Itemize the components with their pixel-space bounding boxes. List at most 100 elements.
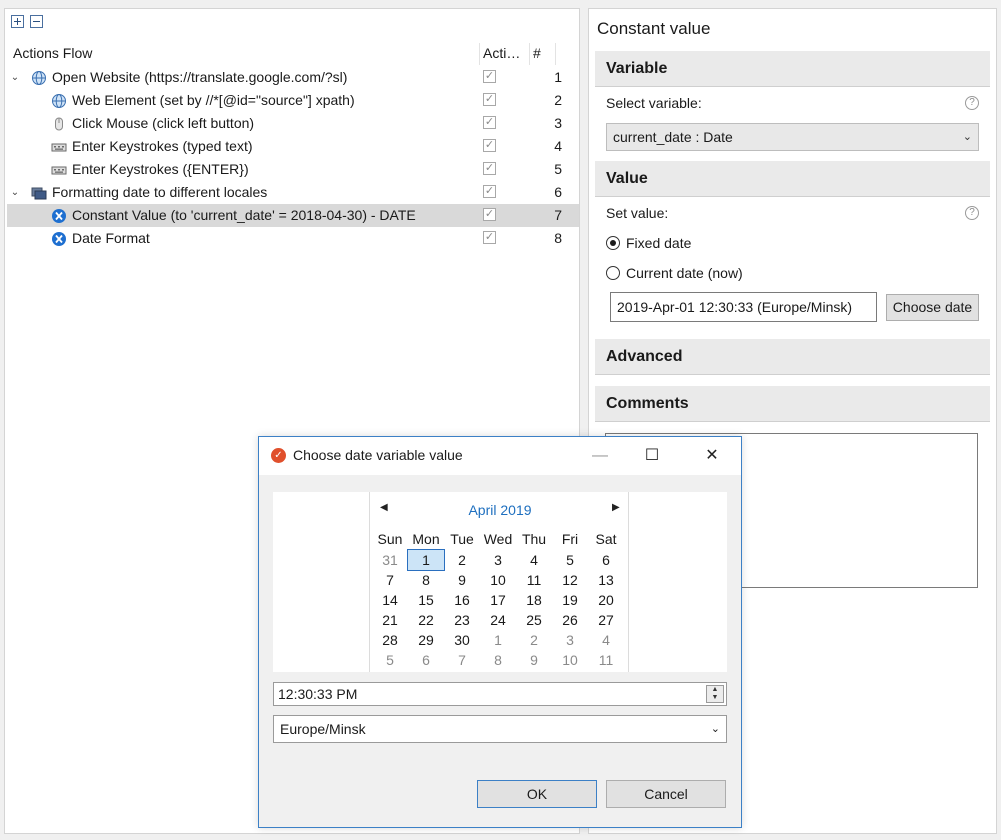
minimize-icon[interactable]: — bbox=[577, 437, 623, 475]
radio-button-selected[interactable] bbox=[606, 236, 620, 250]
calendar-day[interactable]: 18 bbox=[516, 590, 552, 610]
column-separator[interactable] bbox=[479, 43, 480, 65]
comments-section-header[interactable]: Comments bbox=[595, 386, 990, 422]
calendar-day[interactable]: 3 bbox=[480, 550, 516, 570]
time-value: 12:30:33 PM bbox=[278, 686, 358, 702]
calendar-day[interactable]: 6 bbox=[408, 650, 444, 670]
calendar-day[interactable]: 11 bbox=[588, 650, 624, 670]
calendar-day[interactable]: 4 bbox=[588, 630, 624, 650]
help-icon[interactable]: ? bbox=[965, 96, 979, 110]
value-section-header[interactable]: Value bbox=[595, 161, 990, 197]
calendar-day[interactable]: 17 bbox=[480, 590, 516, 610]
choose-date-button[interactable]: Choose date bbox=[886, 294, 979, 321]
tree-row-date-format[interactable]: Date Format ✓ 8 bbox=[7, 227, 579, 250]
calendar-day[interactable]: 10 bbox=[552, 650, 588, 670]
column-separator[interactable] bbox=[529, 43, 530, 65]
calendar-day[interactable]: 16 bbox=[444, 590, 480, 610]
calendar-day[interactable]: 29 bbox=[408, 630, 444, 650]
tree-row-formatting-date[interactable]: ⌄ Formatting date to different locales ✓… bbox=[7, 181, 579, 204]
calendar-day[interactable]: 6 bbox=[588, 550, 624, 570]
set-value-label: Set value: bbox=[606, 205, 669, 221]
variable-select[interactable]: current_date : Date ⌄ bbox=[606, 123, 979, 151]
calendar-day[interactable]: 3 bbox=[552, 630, 588, 650]
active-checkbox[interactable]: ✓ bbox=[483, 70, 496, 83]
calendar-day[interactable]: 15 bbox=[408, 590, 444, 610]
calendar-day[interactable]: 9 bbox=[444, 570, 480, 590]
tree-row-enter-keystrokes-enter[interactable]: Enter Keystrokes ({ENTER}) ✓ 5 bbox=[7, 158, 579, 181]
collapse-all-icon[interactable] bbox=[30, 15, 43, 28]
calendar-day[interactable]: 22 bbox=[408, 610, 444, 630]
calendar-day[interactable]: 2 bbox=[516, 630, 552, 650]
radio-button[interactable] bbox=[606, 266, 620, 280]
radio-current-date[interactable]: Current date (now) bbox=[606, 263, 743, 283]
column-separator[interactable] bbox=[555, 43, 556, 65]
app-logo-icon: ✓ bbox=[271, 448, 286, 463]
calendar-day[interactable]: 7 bbox=[372, 570, 408, 590]
calendar-day[interactable]: 4 bbox=[516, 550, 552, 570]
weekday-header: Sat bbox=[595, 531, 617, 547]
active-checkbox[interactable]: ✓ bbox=[483, 162, 496, 175]
calendar-day[interactable]: 30 bbox=[444, 630, 480, 650]
calendar-day[interactable]: 10 bbox=[480, 570, 516, 590]
calendar-day[interactable]: 14 bbox=[372, 590, 408, 610]
calendar-day[interactable]: 28 bbox=[372, 630, 408, 650]
column-header-actions-flow[interactable]: Actions Flow bbox=[13, 45, 92, 61]
calendar-day[interactable]: 11 bbox=[516, 570, 552, 590]
active-checkbox[interactable]: ✓ bbox=[483, 139, 496, 152]
calendar-day[interactable]: 9 bbox=[516, 650, 552, 670]
calendar-day[interactable]: 2 bbox=[444, 550, 480, 570]
calendar-day[interactable]: 27 bbox=[588, 610, 624, 630]
expand-all-icon[interactable] bbox=[11, 15, 24, 28]
close-icon[interactable]: ✕ bbox=[689, 437, 735, 475]
time-input[interactable]: 12:30:33 PM ▲ ▼ bbox=[273, 682, 727, 706]
active-checkbox[interactable]: ✓ bbox=[483, 116, 496, 129]
calendar-day[interactable]: 13 bbox=[588, 570, 624, 590]
active-checkbox[interactable]: ✓ bbox=[483, 185, 496, 198]
ok-button[interactable]: OK bbox=[477, 780, 597, 808]
maximize-icon[interactable]: ☐ bbox=[629, 437, 675, 475]
cancel-button[interactable]: Cancel bbox=[606, 780, 726, 808]
tree-row-click-mouse[interactable]: Click Mouse (click left button) ✓ 3 bbox=[7, 112, 579, 135]
tree-row-constant-value[interactable]: Constant Value (to 'current_date' = 2018… bbox=[7, 204, 579, 227]
tree-row-label: Open Website (https://translate.google.c… bbox=[52, 69, 348, 85]
calendar-day-selected[interactable]: 1 bbox=[407, 549, 445, 571]
collapse-chevron-icon[interactable]: ⌄ bbox=[9, 181, 21, 204]
tree-row-label: Enter Keystrokes (typed text) bbox=[72, 138, 253, 154]
calendar-day[interactable]: 20 bbox=[588, 590, 624, 610]
tree-toolbar bbox=[11, 15, 43, 28]
calendar-day[interactable]: 12 bbox=[552, 570, 588, 590]
calendar-day[interactable]: 26 bbox=[552, 610, 588, 630]
variable-section-header[interactable]: Variable bbox=[595, 51, 990, 87]
calendar-day[interactable]: 8 bbox=[480, 650, 516, 670]
tree-row-enter-keystrokes-text[interactable]: Enter Keystrokes (typed text) ✓ 4 bbox=[7, 135, 579, 158]
dialog-titlebar[interactable]: ✓ Choose date variable value — ☐ ✕ bbox=[259, 437, 741, 475]
calendar-day[interactable]: 8 bbox=[408, 570, 444, 590]
active-checkbox[interactable]: ✓ bbox=[483, 208, 496, 221]
calendar-day[interactable]: 25 bbox=[516, 610, 552, 630]
active-checkbox[interactable]: ✓ bbox=[483, 93, 496, 106]
calendar-month-title[interactable]: April 2019 bbox=[370, 502, 630, 518]
advanced-section-header[interactable]: Advanced bbox=[595, 339, 990, 375]
mouse-icon bbox=[55, 117, 63, 131]
column-header-number[interactable]: # bbox=[533, 45, 541, 61]
calendar-day[interactable]: 23 bbox=[444, 610, 480, 630]
calendar-day[interactable]: 5 bbox=[552, 550, 588, 570]
help-icon[interactable]: ? bbox=[965, 206, 979, 220]
next-month-icon[interactable]: ▶ bbox=[612, 502, 620, 513]
calendar-day[interactable]: 5 bbox=[372, 650, 408, 670]
date-value-field[interactable]: 2019-Apr-01 12:30:33 (Europe/Minsk) bbox=[610, 292, 877, 322]
calendar-day[interactable]: 19 bbox=[552, 590, 588, 610]
time-spinner[interactable]: ▲ ▼ bbox=[706, 685, 724, 703]
calendar-day[interactable]: 21 bbox=[372, 610, 408, 630]
calendar-day[interactable]: 7 bbox=[444, 650, 480, 670]
tree-row-web-element[interactable]: Web Element (set by //*[@id="source"] xp… bbox=[7, 89, 579, 112]
active-checkbox[interactable]: ✓ bbox=[483, 231, 496, 244]
timezone-select[interactable]: Europe/Minsk ⌄ bbox=[273, 715, 727, 743]
calendar-day[interactable]: 1 bbox=[480, 630, 516, 650]
calendar-day[interactable]: 31 bbox=[372, 550, 408, 570]
collapse-chevron-icon[interactable]: ⌄ bbox=[9, 66, 21, 89]
calendar-day[interactable]: 24 bbox=[480, 610, 516, 630]
tree-row-open-website[interactable]: ⌄ Open Website (https://translate.google… bbox=[7, 66, 579, 89]
radio-fixed-date[interactable]: Fixed date bbox=[606, 233, 691, 253]
column-header-active[interactable]: Acti… bbox=[483, 45, 525, 61]
